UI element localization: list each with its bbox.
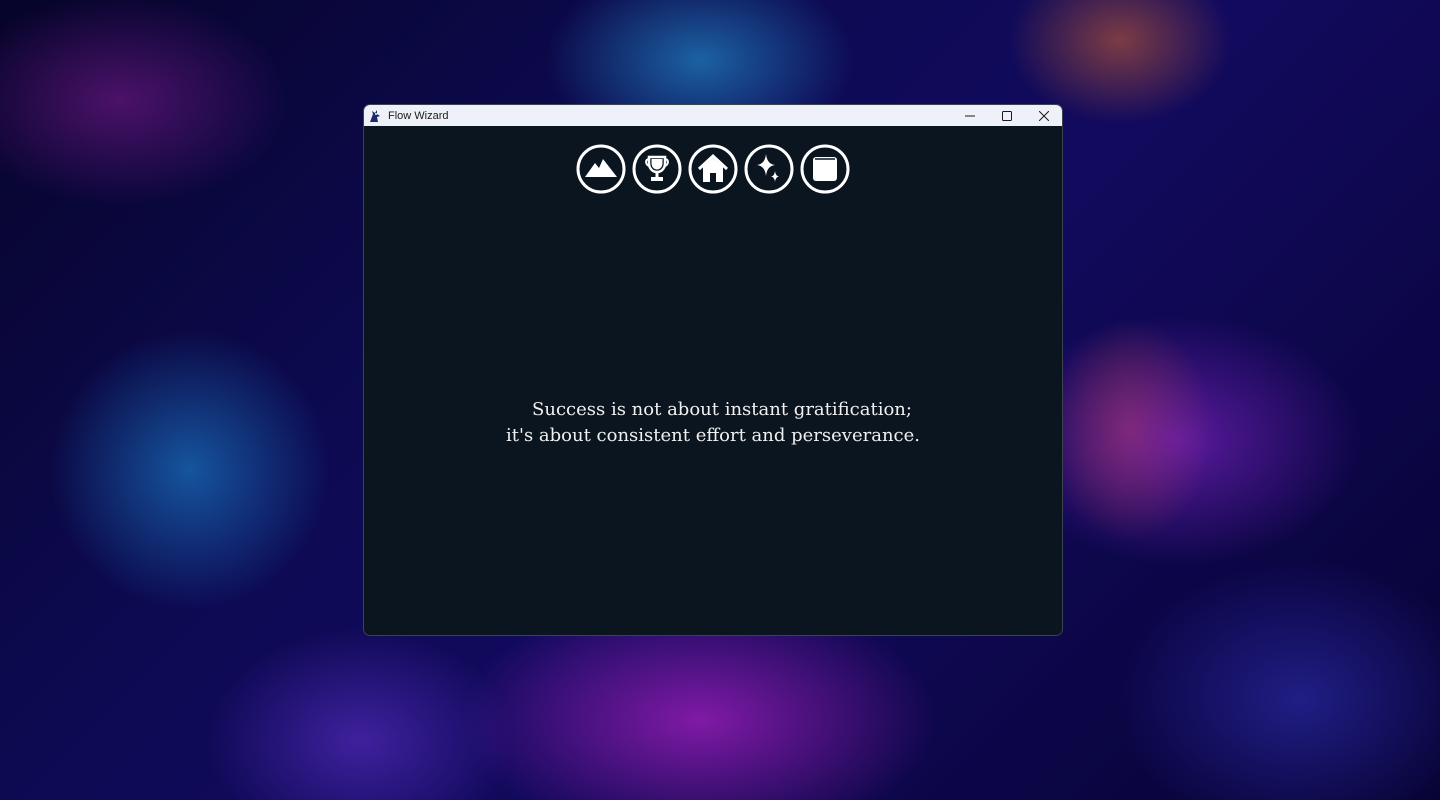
sparkle-icon (744, 144, 794, 194)
maximize-button[interactable] (988, 105, 1025, 126)
close-icon (1038, 110, 1049, 121)
square-icon (800, 144, 850, 194)
minimize-button[interactable] (951, 105, 988, 126)
mountain-icon (576, 144, 626, 194)
main-content: Success is not about instant gratificati… (364, 126, 1062, 635)
app-window: Flow Wizard Success is not about instant… (363, 104, 1063, 636)
sparkle-button[interactable] (744, 144, 794, 194)
quote-text: Success is not about instant gratificati… (364, 397, 1062, 449)
mountain-button[interactable] (576, 144, 626, 194)
home-button[interactable] (688, 144, 738, 194)
title-bar[interactable]: Flow Wizard (364, 105, 1062, 126)
quote-line-1: Success is not about instant gratificati… (532, 399, 912, 420)
close-button[interactable] (1025, 105, 1062, 126)
home-icon (688, 144, 738, 194)
window-title: Flow Wizard (388, 109, 449, 122)
trophy-icon (632, 144, 682, 194)
minimize-icon (964, 115, 975, 116)
quote-line-2: it's about consistent effort and perseve… (506, 425, 920, 446)
maximize-icon (1001, 110, 1012, 121)
wizard-icon (368, 109, 382, 123)
trophy-button[interactable] (632, 144, 682, 194)
square-button[interactable] (800, 144, 850, 194)
nav-icon-row (364, 144, 1062, 194)
window-controls (951, 105, 1062, 126)
